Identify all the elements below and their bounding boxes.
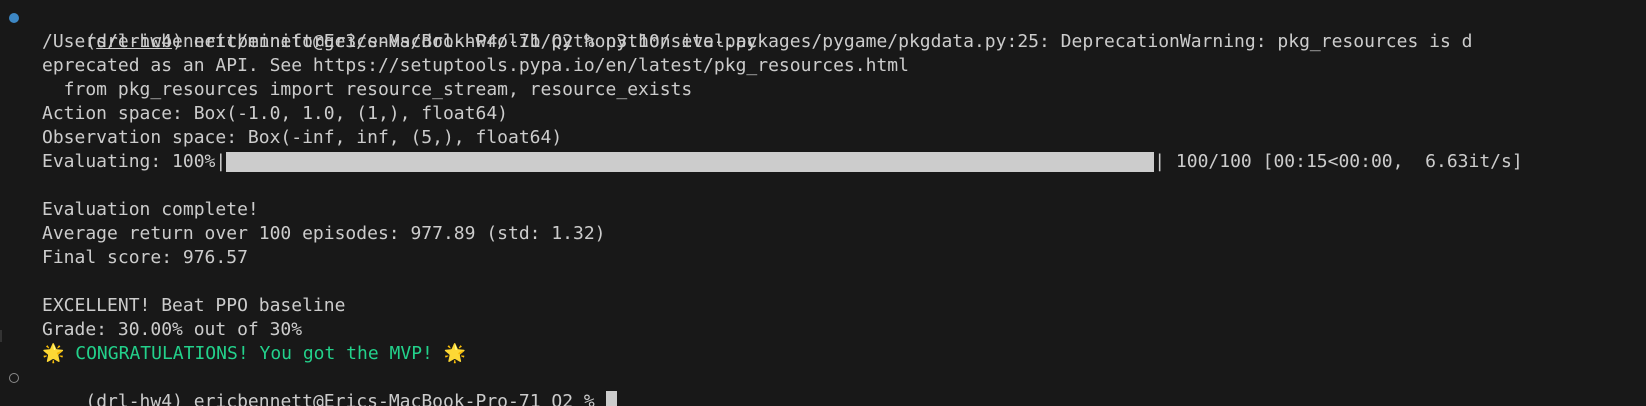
evaluation-complete-line: Evaluation complete! (42, 199, 259, 220)
congratulations-line: 🌟 CONGRATULATIONS! You got the MVP! 🌟 (42, 342, 1646, 366)
warning-line-2: eprecated as an API. See https://setupto… (42, 55, 909, 76)
prompt-status-dot-icon[interactable] (9, 373, 19, 383)
prompt-line-current[interactable]: (drl-hw4) ericbennett@Erics-MacBook-Pro-… (9, 366, 1646, 406)
progress-line: Evaluating: 100%| | 100/100 [00:15<00:00,… (42, 150, 1646, 174)
warning-line-1: /Users/ericbennett/miniforge3/envs/drl-h… (42, 31, 1473, 52)
action-space-line: Action space: Box(-1.0, 1.0, (1,), float… (42, 103, 508, 124)
congratulations-text: CONGRATULATIONS! You got the MVP! (64, 343, 444, 364)
final-score-line: Final score: 976.57 (42, 247, 248, 268)
progress-bar-fill (226, 152, 1155, 172)
progress-label: Evaluating: 100%| (42, 151, 227, 172)
progress-bar (226, 152, 1155, 172)
average-return-line: Average return over 100 episodes: 977.89… (42, 223, 606, 244)
star-emoji-icon: 🌟 (42, 343, 65, 364)
excellent-line: EXCELLENT! Beat PPO baseline (42, 295, 346, 316)
progress-stats: | 100/100 [00:15<00:00, 6.63it/s] (1154, 151, 1523, 172)
warning-line-3: from pkg_resources import resource_strea… (42, 79, 693, 100)
prompt-host: ericbennett@Erics-MacBook-Pro-71 (193, 391, 541, 406)
observation-space-line: Observation space: Box(-inf, inf, (5,), … (42, 127, 563, 148)
command-status-dot-icon[interactable] (9, 13, 19, 23)
prompt-line-command: (drl-hw4) ericbennett@Erics-MacBook-Pro-… (9, 6, 1646, 52)
terminal-cursor[interactable] (605, 391, 617, 406)
terminal-panel[interactable]: (drl-hw4) ericbennett@Erics-MacBook-Pro-… (0, 0, 1646, 406)
prompt-symbol: % (583, 391, 595, 406)
prompt-cwd: Q2 (551, 391, 574, 406)
star-emoji-icon: 🌟 (443, 343, 467, 364)
panel-edge-divider (0, 330, 2, 342)
conda-env-name: drl-hw4 (96, 391, 173, 406)
grade-line: Grade: 30.00% out of 30% (42, 319, 303, 340)
